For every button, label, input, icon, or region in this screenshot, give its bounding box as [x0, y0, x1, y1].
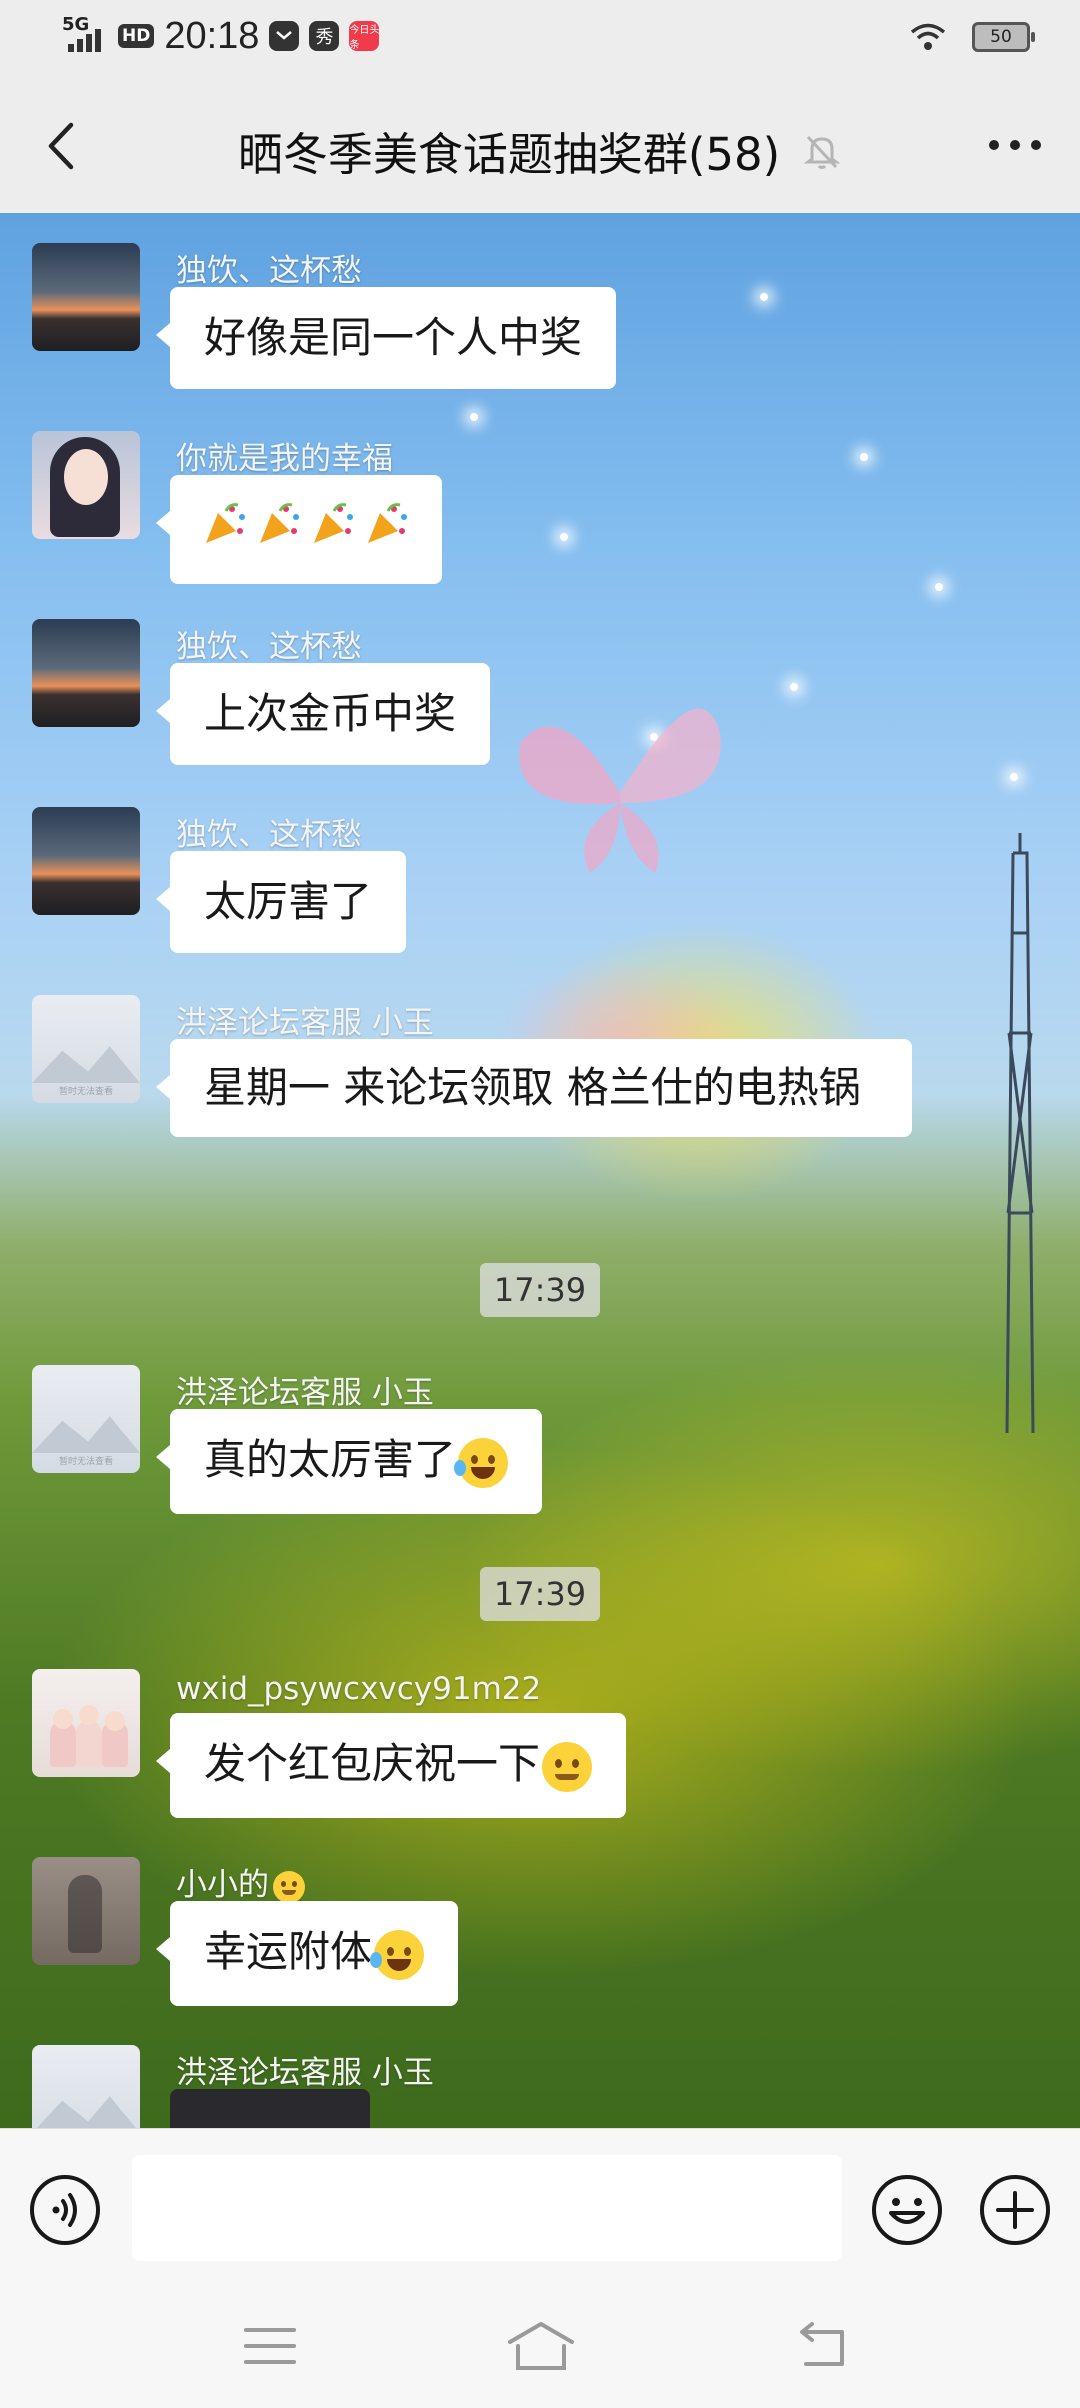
battery-icon: 50 [972, 22, 1035, 52]
nav-home-button[interactable] [506, 2320, 576, 2372]
butterfly-decoration [519, 708, 721, 873]
hd-badge: HD [118, 24, 155, 48]
party-popper-emojis [202, 501, 410, 547]
crying-laughing-emoji-icon [370, 1929, 425, 1980]
avatar[interactable] [32, 807, 140, 915]
image-message-thumbnail[interactable] [170, 2089, 370, 2128]
chat-message-list[interactable]: 独饮、这杯愁 好像是同一个人中奖 你就是我的幸福 独饮、这杯愁 上次金币中奖 独… [0, 213, 1080, 2128]
avatar[interactable] [32, 243, 140, 351]
party-popper-icon [202, 501, 248, 547]
home-icon [508, 2322, 574, 2370]
message-bubble[interactable]: 太厉害了 [155, 851, 407, 953]
message-timestamp: 17:39 [0, 1567, 1080, 1621]
system-navigation-bar [0, 2284, 1080, 2408]
bell-off-icon [803, 135, 841, 169]
sender-name: 独饮、这杯愁 [176, 253, 362, 289]
smile-emoji-icon [542, 1741, 593, 1792]
party-popper-icon [256, 501, 302, 547]
more-options-button[interactable] [980, 120, 1050, 170]
signal-icon: 5G [62, 14, 108, 58]
avatar[interactable] [32, 1857, 140, 1965]
crying-laughing-emoji-icon [454, 1437, 509, 1488]
sender-name: 洪泽论坛客服 小玉 [176, 1005, 434, 1041]
message-bubble[interactable]: 发个红包庆祝一下 [155, 1713, 627, 1818]
message-bubble[interactable]: 上次金币中奖 [155, 663, 491, 765]
plus-icon [980, 2175, 1050, 2245]
avatar[interactable] [32, 2045, 140, 2128]
wifi-icon [910, 23, 946, 50]
voice-input-button[interactable] [28, 2173, 102, 2247]
nav-menu-button[interactable] [240, 2320, 300, 2372]
status-time: 20:18 [164, 14, 260, 57]
emoji-button[interactable] [870, 2173, 944, 2247]
nav-back-button[interactable] [792, 2320, 852, 2372]
avatar[interactable]: 暂时无法查看 [32, 995, 140, 1103]
message-input-bar [0, 2128, 1080, 2284]
sender-name: wxid_psywcxvcy91m22 [176, 1671, 542, 1707]
menu-icon [244, 2328, 296, 2364]
avatar[interactable] [32, 431, 140, 539]
sender-name: 洪泽论坛客服 小玉 [176, 2055, 434, 2091]
message-timestamp: 17:39 [0, 1263, 1080, 1317]
party-popper-icon [364, 501, 410, 547]
avatar[interactable]: 暂时无法查看 [32, 1365, 140, 1473]
message-bubble[interactable]: 星期一 来论坛领取 格兰仕的电热锅 [156, 1039, 912, 1137]
message-bubble[interactable] [156, 475, 442, 584]
sender-name: 洪泽论坛客服 小玉 [176, 1375, 434, 1411]
more-functions-button[interactable] [978, 2173, 1052, 2247]
avatar[interactable] [32, 619, 140, 727]
sender-name: 独饮、这杯愁 [176, 629, 362, 665]
sender-name: 小小的 [176, 1859, 305, 1904]
sender-name: 你就是我的幸福 [176, 441, 393, 477]
back-arrow-icon [800, 2322, 844, 2366]
status-bar: 5G HD 20:18 秀 今日头条 50 [0, 0, 1080, 80]
voice-icon [30, 2175, 100, 2245]
chat-header: 晒冬季美食话题抽奖群(58) [0, 80, 1080, 213]
party-popper-icon [310, 501, 356, 547]
radio-tower-decoration [1005, 833, 1035, 1433]
avatar[interactable] [32, 1669, 140, 1777]
message-bubble[interactable]: 幸运附体 [155, 1901, 459, 2006]
chat-title: 晒冬季美食话题抽奖群(58) [237, 128, 781, 181]
smile-emoji-icon [273, 1870, 305, 1903]
notification-app-icon-3: 今日头条 [349, 21, 380, 51]
notification-app-icon-2: 秀 [309, 21, 340, 51]
message-bubble[interactable]: 好像是同一个人中奖 [155, 287, 617, 389]
sender-name: 独饮、这杯愁 [176, 817, 362, 853]
notification-app-icon [269, 21, 300, 51]
message-input[interactable] [132, 2155, 842, 2261]
message-bubble[interactable]: 真的太厉害了 [155, 1409, 543, 1514]
smiley-icon [872, 2175, 942, 2245]
ellipsis-icon [989, 140, 1041, 150]
